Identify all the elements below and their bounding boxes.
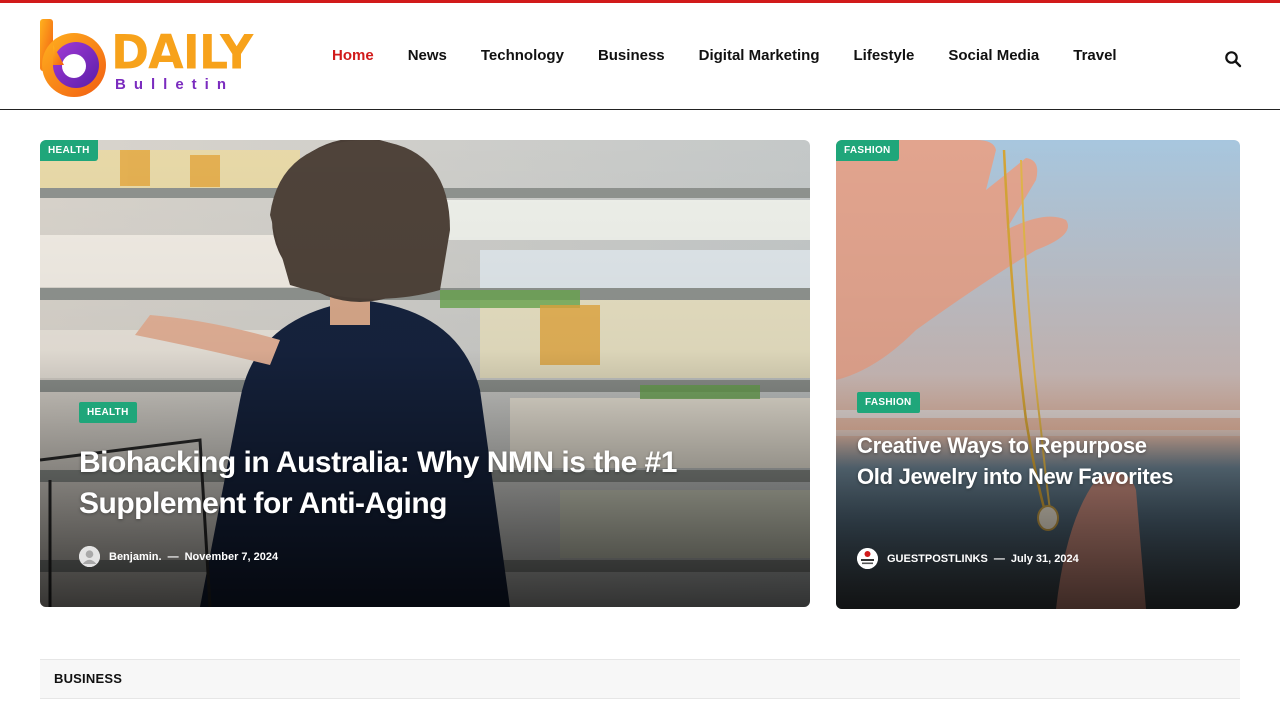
author-avatar[interactable]: [857, 548, 878, 569]
featured-post-side[interactable]: FASHION FASHION Creative Ways to Repurpo…: [836, 140, 1240, 609]
featured-image-jewelry: [836, 140, 1240, 609]
nav-item-social-media[interactable]: Social Media: [948, 47, 1039, 65]
nav-item-lifestyle[interactable]: Lifestyle: [854, 47, 915, 65]
featured-post-main[interactable]: HEALTH HEALTH Biohacking in Australia: W…: [40, 140, 810, 607]
post-author[interactable]: Benjamin.: [109, 551, 162, 563]
featured-image-supermarket: [40, 140, 810, 607]
nav-item-news[interactable]: News: [408, 47, 447, 65]
post-date: July 31, 2024: [1010, 552, 1079, 565]
category-tag-corner[interactable]: HEALTH: [40, 140, 98, 161]
author-avatar[interactable]: [79, 546, 100, 567]
main-nav: Home News Technology Business Digital Ma…: [332, 47, 1151, 65]
category-tag[interactable]: FASHION: [857, 392, 920, 413]
site-logo[interactable]: DAILY Bulletin: [38, 15, 283, 101]
search-icon[interactable]: [1224, 50, 1242, 68]
logo-wordmark: DAILY: [111, 24, 253, 80]
nav-item-home[interactable]: Home: [332, 47, 374, 65]
post-author[interactable]: GUESTPOSTLINKS: [887, 553, 988, 565]
post-title[interactable]: Creative Ways to Repurpose Old Jewelry i…: [857, 431, 1177, 492]
category-tag[interactable]: HEALTH: [79, 402, 137, 423]
nav-item-travel[interactable]: Travel: [1073, 47, 1116, 65]
category-tag-corner[interactable]: FASHION: [836, 140, 899, 161]
post-title[interactable]: Biohacking in Australia: Why NMN is the …: [79, 442, 699, 524]
nav-item-technology[interactable]: Technology: [481, 47, 564, 65]
logo-mark-icon: [40, 19, 106, 97]
nav-item-business[interactable]: Business: [598, 47, 665, 65]
post-date: November 7, 2024: [184, 550, 279, 563]
section-title[interactable]: BUSINESS: [54, 671, 122, 686]
post-meta: GUESTPOSTLINKS — July 31, 2024: [857, 548, 1079, 569]
site-header: DAILY Bulletin Home News Technology Busi…: [0, 3, 1280, 110]
section-heading-bar: BUSINESS: [40, 659, 1240, 699]
meta-separator: —: [993, 552, 1005, 565]
logo-tagline: Bulletin: [115, 76, 234, 93]
post-meta: Benjamin. — November 7, 2024: [79, 546, 278, 567]
meta-separator: —: [167, 550, 179, 563]
nav-item-digital-marketing[interactable]: Digital Marketing: [699, 47, 820, 65]
